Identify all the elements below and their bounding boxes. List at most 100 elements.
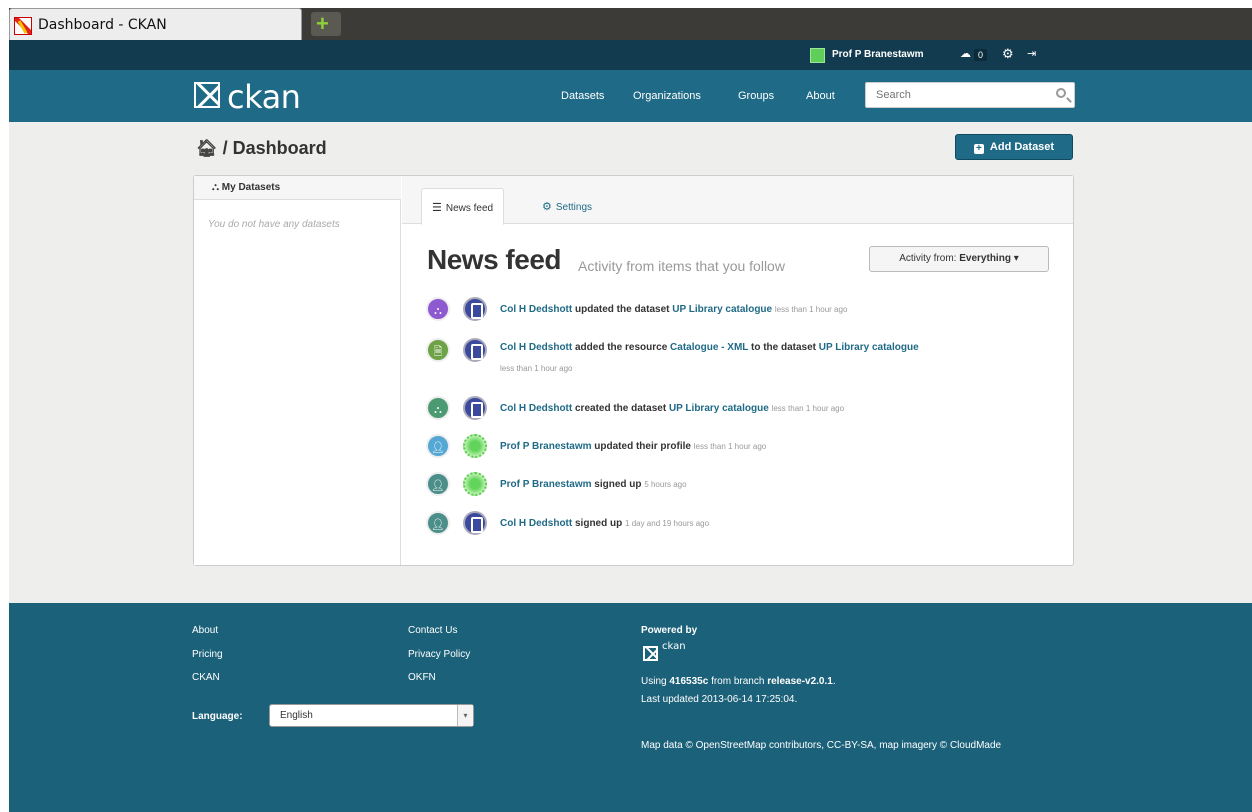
dashboard-count-badge[interactable]: 0 (974, 49, 987, 61)
user-icon: 👤︎ (426, 511, 450, 535)
user-name-link[interactable]: Prof P Branestawm (832, 49, 924, 60)
add-dataset-label: Add Dataset (989, 141, 1055, 153)
activity-action: updated the dataset (575, 304, 670, 315)
footer-link-about[interactable]: About (192, 625, 218, 636)
page-title: News feed (427, 244, 562, 275)
avatar[interactable] (463, 434, 487, 458)
site-logo-text[interactable]: ckan (227, 78, 301, 116)
sidebar-title: My Datasets (221, 182, 281, 193)
site-search (865, 82, 1075, 108)
activity-action: signed up (575, 518, 623, 529)
footer-link-ckan[interactable]: CKAN (192, 672, 220, 683)
tab-settings-label: Settings (555, 202, 593, 213)
version-commit: 416535c (669, 676, 709, 687)
user-icon: 👤︎ (426, 472, 450, 496)
activity-time: 1 day and 19 hours ago (625, 519, 710, 528)
footer-link-pricing[interactable]: Pricing (192, 649, 223, 660)
footer-link-contact[interactable]: Contact Us (408, 625, 457, 636)
nav-organizations[interactable]: Organizations (633, 90, 701, 102)
activity-actor-link[interactable]: Col H Dedshott (500, 403, 572, 414)
activity-filter-dropdown[interactable]: Activity from: Everything ▾ (869, 246, 1049, 272)
dashboard-wrapper: ⛬ My Datasets You do not have any datase… (193, 175, 1074, 566)
list-icon: ☰ (432, 202, 442, 214)
new-tab-button[interactable]: + (311, 12, 341, 36)
nav-about[interactable]: About (806, 90, 835, 102)
user-icon: 👤︎ (426, 434, 450, 458)
activity-object2-link[interactable]: UP Library catalogue (819, 342, 919, 353)
chevron-down-icon: ▾ (457, 705, 473, 726)
activity-item: 👤︎ Col H Dedshott signed up 1 day and 19… (402, 509, 1073, 539)
activity-object-link[interactable]: UP Library catalogue (669, 403, 769, 414)
breadcrumb-current[interactable]: Dashboard (233, 138, 327, 158)
sidebar: ⛬ My Datasets You do not have any datase… (194, 176, 401, 565)
version-using: Using (641, 676, 667, 687)
caret-down-icon: ▾ (1013, 253, 1019, 264)
activity-actor-link[interactable]: Col H Dedshott (500, 342, 572, 353)
add-dataset-button[interactable]: + Add Dataset (955, 134, 1073, 160)
activity-actor-link[interactable]: Col H Dedshott (500, 518, 572, 529)
activity-action: signed up (594, 479, 642, 490)
avatar[interactable] (463, 396, 487, 420)
logout-icon[interactable]: ⇥ (1027, 47, 1036, 60)
activity-item: ⛬ Col H Dedshott created the dataset UP … (402, 394, 1073, 424)
ckan-logo-icon[interactable] (194, 82, 220, 108)
powered-by-heading: Powered by (641, 625, 698, 636)
avatar[interactable] (463, 472, 487, 496)
map-attribution: Map data © OpenStreetMap contributors, C… (641, 740, 1002, 751)
activity-actor-link[interactable]: Col H Dedshott (500, 304, 572, 315)
activity-object-link[interactable]: Catalogue - XML (670, 342, 748, 353)
tab-news-feed[interactable]: ☰ News feed (421, 188, 505, 225)
version-branch-suffix: . (832, 676, 836, 687)
nav-groups[interactable]: Groups (738, 90, 774, 102)
site-footer: About Pricing CKAN Contact Us Privacy Po… (9, 603, 1252, 812)
search-icon[interactable] (1056, 88, 1066, 98)
activity-time: less than 1 hour ago (500, 364, 573, 373)
footer-logo-text[interactable]: ckan (662, 641, 686, 652)
activity-actor-link[interactable]: Prof P Branestawm (500, 441, 592, 452)
search-input[interactable] (866, 83, 1036, 107)
sitemap-icon: ⛬ (426, 396, 450, 420)
tab-settings[interactable]: ⚙ Settings (532, 188, 602, 225)
home-icon[interactable]: 🏠︎ (196, 139, 218, 159)
dashboard-icon[interactable]: ☁ (960, 47, 971, 60)
language-select[interactable]: English ▾ (269, 704, 474, 727)
account-masthead: Prof P Branestawm ☁ 0 ⚙ ⇥ (9, 40, 1252, 70)
avatar[interactable] (463, 297, 487, 321)
avatar[interactable] (463, 338, 487, 362)
nav-datasets[interactable]: Datasets (561, 90, 604, 102)
file-icon: 🗎︎ (426, 338, 450, 362)
activity-text: Prof P Branestawm signed up 5 hours ago (500, 479, 687, 490)
activity-action: updated their profile (594, 441, 691, 452)
sidebar-heading: ⛬ My Datasets (194, 176, 401, 200)
activity-text: Prof P Branestawm updated their profile … (500, 441, 766, 452)
dashboard-tabs: ☰ News feed ⚙ Settings (402, 176, 1073, 225)
version-branch: release-v2.0.1 (767, 676, 833, 687)
activity-item: 👤︎ Prof P Branestawm updated their profi… (402, 432, 1073, 462)
user-avatar[interactable] (810, 48, 825, 63)
dashboard-main: ☰ News feed ⚙ Settings News feed Activity … (402, 176, 1073, 565)
avatar[interactable] (463, 511, 487, 535)
plus-square-icon: + (973, 144, 984, 154)
activity-filter-value: Everything (959, 253, 1011, 264)
activity-filter-prefix: Activity from: (899, 253, 957, 264)
language-value: English (280, 710, 313, 721)
activity-object-link[interactable]: UP Library catalogue (672, 304, 772, 315)
activity-time: less than 1 hour ago (771, 404, 845, 413)
sitemap-icon: ⛬ (426, 297, 450, 321)
activity-action: added the resource (575, 342, 668, 353)
footer-link-privacy[interactable]: Privacy Policy (408, 649, 470, 660)
gear-icon[interactable]: ⚙ (1002, 46, 1014, 62)
version-branch-prefix: from branch (711, 676, 765, 687)
activity-text: Col H Dedshott signed up 1 day and 19 ho… (500, 518, 709, 529)
ckan-logo-icon[interactable] (643, 646, 658, 661)
footer-link-okfn[interactable]: OKFN (408, 672, 436, 683)
browser-tab[interactable]: Dashboard - CKAN (9, 8, 302, 40)
activity-time: less than 1 hour ago (693, 442, 767, 451)
activity-actor-link[interactable]: Prof P Branestawm (500, 479, 592, 490)
sitemap-icon: ⛬ (212, 182, 222, 193)
activity-text: Col H Dedshott created the dataset UP Li… (500, 403, 844, 414)
activity-action: created the dataset (575, 403, 667, 414)
version-info: Using 416535c from branch release-v2.0.1… (641, 676, 836, 687)
activity-text: Col H Dedshott updated the dataset UP Li… (500, 304, 847, 315)
breadcrumb: 🏠︎ / Dashboard (196, 138, 327, 159)
